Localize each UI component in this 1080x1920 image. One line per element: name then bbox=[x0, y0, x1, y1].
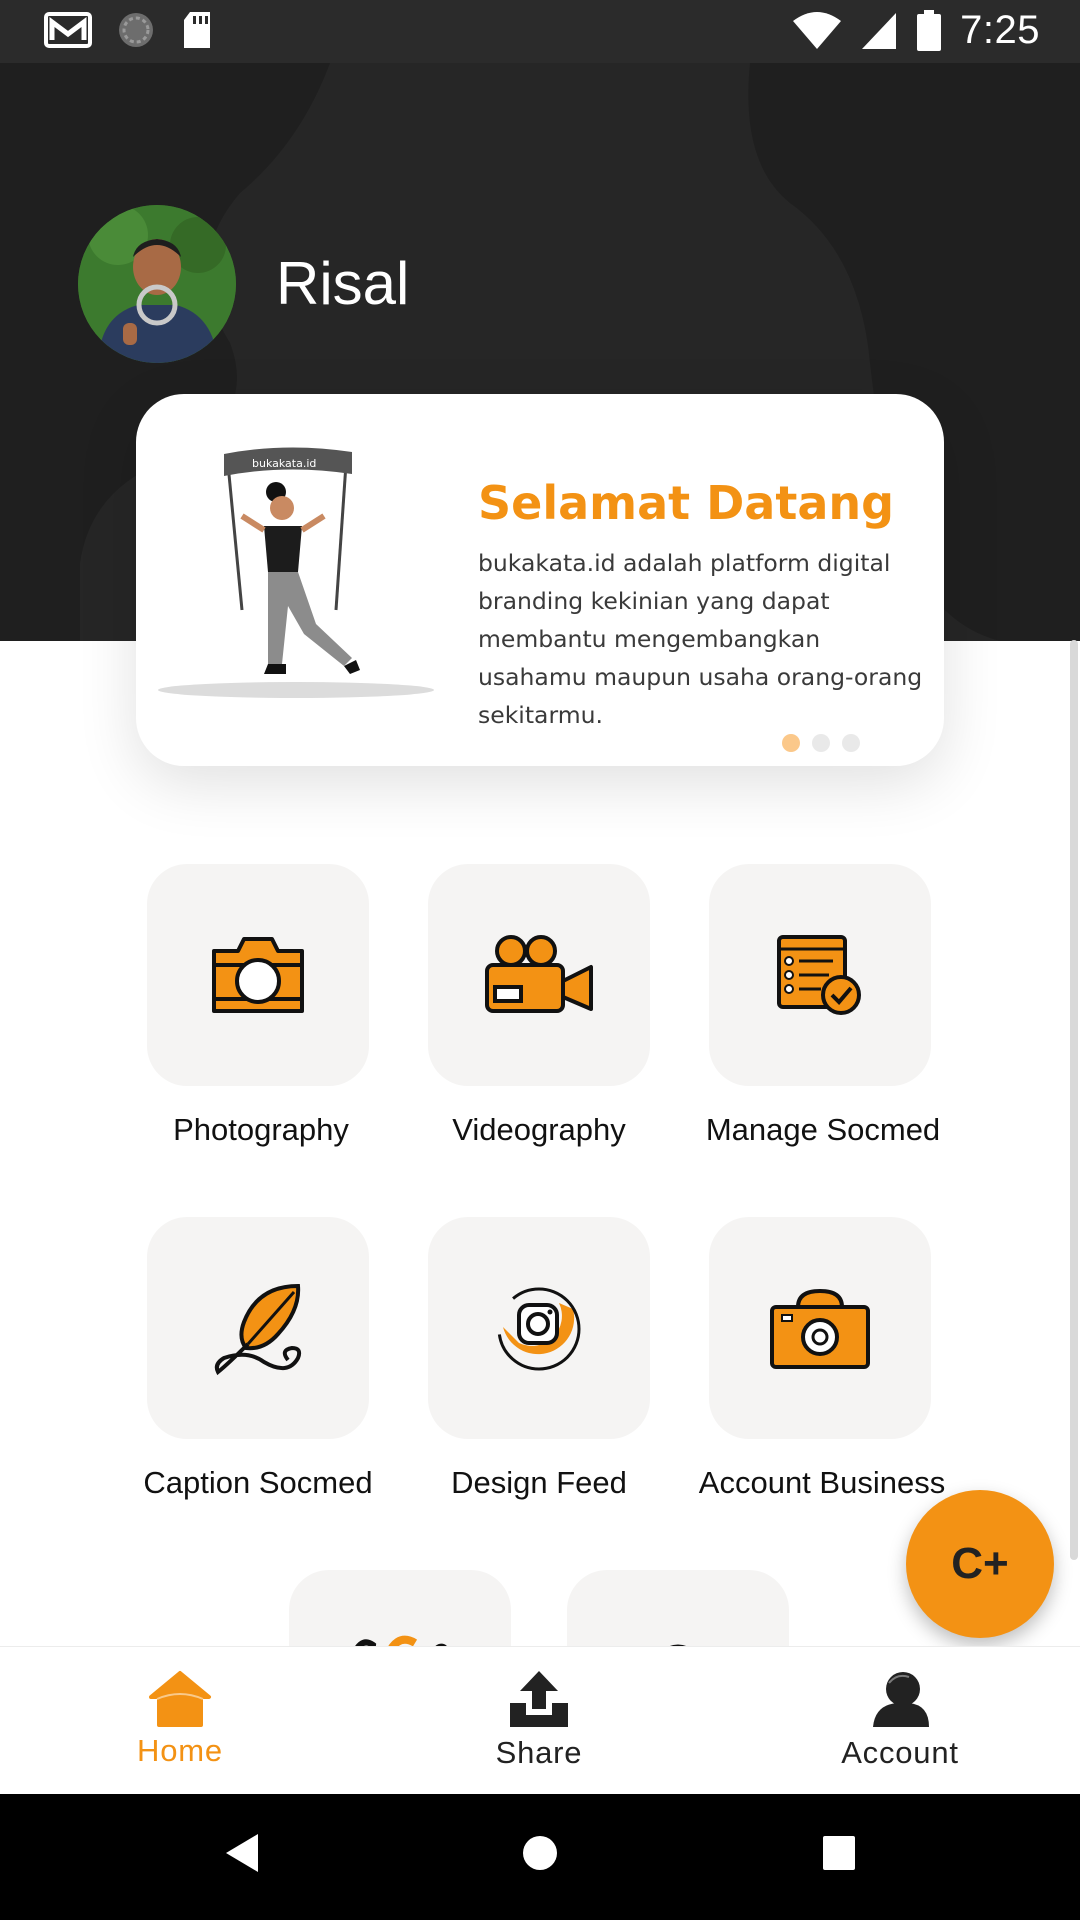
welcome-carousel-card[interactable]: bukakata.id Selamat Datang bukakata.id a… bbox=[136, 394, 944, 766]
nav-home-label: Home bbox=[137, 1733, 223, 1768]
nav-share[interactable]: Share bbox=[429, 1669, 649, 1771]
service-label: Account Business bbox=[698, 1465, 946, 1500]
notification-icons bbox=[44, 10, 214, 50]
wifi-icon bbox=[793, 11, 842, 49]
home-icon bbox=[149, 1671, 211, 1727]
scrollbar[interactable] bbox=[1070, 640, 1078, 1560]
checklist-icon bbox=[777, 935, 861, 1015]
carousel-dot-1[interactable] bbox=[782, 734, 800, 752]
welcome-description: bukakata.id adalah platform digital bran… bbox=[478, 549, 923, 729]
service-label: Manage Socmed bbox=[705, 1112, 941, 1147]
home-circle-icon[interactable] bbox=[521, 1832, 559, 1874]
service-label: Photography bbox=[173, 1112, 349, 1147]
avatar[interactable] bbox=[78, 205, 236, 363]
sync-icon bbox=[119, 13, 153, 47]
service-tile-account-business[interactable] bbox=[709, 1217, 931, 1439]
nav-account[interactable]: Account bbox=[790, 1669, 1010, 1771]
service-tile-videography[interactable] bbox=[428, 864, 650, 1086]
system-navigation-bar bbox=[0, 1794, 1080, 1920]
status-bar: 7:25 bbox=[0, 0, 1080, 63]
feather-pen-icon bbox=[214, 1283, 302, 1376]
banner-text: bukakata.id bbox=[252, 457, 316, 470]
signal-icon bbox=[862, 12, 897, 49]
video-camera-icon bbox=[485, 935, 593, 1013]
clock: 7:25 bbox=[960, 8, 1040, 52]
battery-icon bbox=[917, 9, 942, 51]
service-label: Design Feed bbox=[451, 1465, 627, 1500]
nav-share-label: Share bbox=[495, 1735, 583, 1770]
nav-account-label: Account bbox=[841, 1735, 959, 1770]
fab-label: C+ bbox=[951, 1539, 1009, 1588]
gmail-icon bbox=[44, 12, 92, 48]
service-tile-design-feed[interactable] bbox=[428, 1217, 650, 1439]
instagram-icon bbox=[497, 1287, 581, 1371]
recents-icon[interactable] bbox=[822, 1832, 856, 1874]
share-upload-icon bbox=[510, 1671, 568, 1727]
floating-action-button[interactable]: C+ bbox=[906, 1490, 1054, 1638]
carousel-dot-2[interactable] bbox=[812, 734, 830, 752]
service-tile-manage-socmed[interactable] bbox=[709, 864, 931, 1086]
carousel-dot-3[interactable] bbox=[842, 734, 860, 752]
welcome-illustration: bukakata.id bbox=[158, 447, 434, 698]
welcome-title: Selamat Datang bbox=[478, 476, 895, 530]
bottom-navigation: Home Share Account bbox=[0, 1646, 1080, 1794]
camera-icon bbox=[212, 937, 304, 1013]
nav-home[interactable]: Home bbox=[70, 1669, 290, 1769]
back-icon[interactable] bbox=[224, 1832, 260, 1874]
service-label: Caption Socmed bbox=[143, 1465, 373, 1500]
account-icon bbox=[873, 1672, 929, 1727]
service-tile-photography[interactable] bbox=[147, 864, 369, 1086]
carousel-indicator[interactable] bbox=[782, 734, 860, 752]
service-tile-caption-socmed[interactable] bbox=[147, 1217, 369, 1439]
user-name: Risal bbox=[276, 250, 410, 317]
service-label: Videography bbox=[452, 1112, 626, 1147]
sd-card-icon bbox=[184, 12, 210, 48]
system-status: 7:25 bbox=[792, 8, 1040, 53]
business-camera-icon bbox=[770, 1288, 870, 1369]
